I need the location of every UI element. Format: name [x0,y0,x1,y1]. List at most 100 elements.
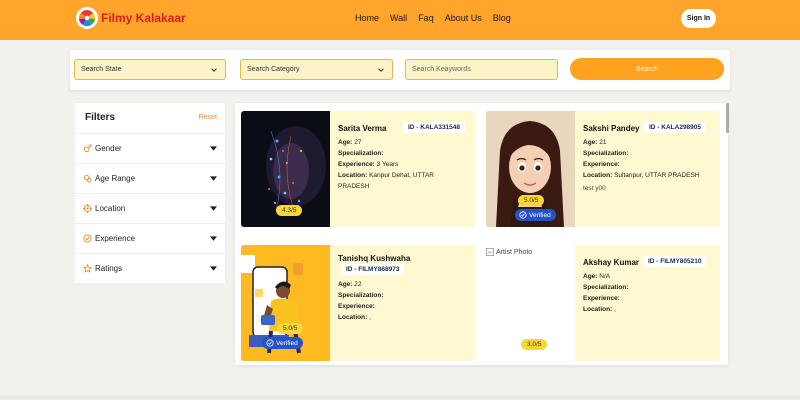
artist-id-badge: ID - FILMY868973 [341,264,405,275]
artist-location: Location: Sultanpur, UTTAR PRADESH [583,170,700,181]
keywords-input[interactable]: Search Keaywords [405,59,558,80]
artist-age: Age: 22 [338,279,362,290]
results-panel: 4.3/5 Sarita Verma ID - KALA331548 Age: … [235,103,728,365]
verified-badge: Verified [515,209,556,221]
search-bar: Search State Search Category Search Keay… [70,50,730,90]
experience-label: Experience: [583,295,620,302]
rating-badge: 3.0/5 [521,339,548,350]
chevron-down-icon [211,68,217,72]
logo-icon [78,10,96,27]
artist-photo[interactable]: 5.0/5 Verified [486,111,575,227]
artist-photo[interactable]: 5.0/5 Verified [241,245,330,361]
age-label: Age: [583,273,598,280]
location-label: Location: [338,314,368,321]
location-value: , [369,314,371,321]
filter-gender-label: Gender [95,144,122,153]
artist-experience: Experience: [338,301,375,312]
experience-icon [83,234,92,243]
reset-link[interactable]: Reset [199,114,217,121]
age-value: N/A [599,273,611,280]
location-value: Kanpur Dehat, UTTAR [369,172,434,179]
artist-experience: Experience: [583,159,620,170]
nav-blog[interactable]: Blog [493,13,511,23]
artist-location: Location: , [338,312,371,323]
search-button[interactable]: Search [570,58,724,80]
age-range-icon [83,174,92,183]
filter-location-label: Location [95,204,126,213]
artist-card[interactable]: 5.0/5 Verified Tanishq Kushwaha ID - FIL… [241,245,475,361]
category-select[interactable]: Search Category [240,59,393,80]
nav-home[interactable]: Home [355,13,379,23]
caret-down-icon [210,206,217,211]
state-select-label: Search State [81,66,122,73]
broken-image-icon [486,248,494,256]
artist-photo[interactable]: 4.3/5 [241,111,330,227]
specialization-label: Specialization: [583,284,629,291]
artist-age: Age: N/A [583,271,610,282]
artist-name[interactable]: Akshay Kumar [583,258,639,267]
nav-faq[interactable]: Faq [418,13,434,23]
filter-gender[interactable]: Gender [75,133,225,163]
artist-age: Age: 27 [338,137,362,148]
filter-age-range-label: Age Range [95,174,136,183]
age-label: Age: [338,139,353,146]
category-select-label: Search Category [247,66,300,73]
location-value: , [614,306,616,313]
artist-card[interactable]: 5.0/5 Verified Sakshi Pandey ID - KALA29… [486,111,720,227]
artist-age: Age: 21 [583,137,607,148]
filters-title: Filters [85,112,116,123]
page-bottom-edge [0,395,800,400]
specialization-label: Specialization: [338,150,384,157]
artist-specialization: Specialization: [338,290,384,301]
verified-label: Verified [276,339,298,347]
artist-name[interactable]: Tanishq Kushwaha [338,254,410,263]
age-label: Age: [338,281,353,288]
age-value: 27 [354,139,362,146]
experience-label: Experience: [583,161,620,168]
artist-specialization: Specialization: [583,282,629,293]
state-select[interactable]: Search State [74,59,226,80]
filter-location[interactable]: Location [75,193,225,223]
artist-location: Location: , [583,304,616,315]
rating-badge: 4.3/5 [276,205,303,216]
filter-experience-label: Experience [95,234,136,243]
location-label: Location: [583,306,613,313]
check-circle-icon [519,211,527,219]
nav-about-us[interactable]: About Us [445,13,482,23]
filter-ratings[interactable]: Ratings [75,253,225,283]
brand-logo[interactable] [76,7,98,29]
brand-name[interactable]: Filmy Kalakaar [101,11,186,25]
artist-specialization: Specialization: [338,148,384,159]
artist-experience: Experience: [583,293,620,304]
nav-wall[interactable]: Wall [390,13,407,23]
results-scrollbar[interactable] [726,103,729,133]
specialization-label: Specialization: [583,150,629,157]
artist-location: Location: Kanpur Dehat, UTTAR PRADESH [338,170,434,192]
verified-label: Verified [529,211,551,219]
check-circle-icon [266,339,274,347]
caret-down-icon [210,236,217,241]
age-label: Age: [583,139,598,146]
location-value: Sultanpur, UTTAR PRADESH [614,172,700,179]
artist-photo-alt-text: Artist Photo [496,248,533,256]
rating-badge: 5.0/5 [277,323,304,334]
filter-age-range[interactable]: Age Range [75,163,225,193]
filter-experience[interactable]: Experience [75,223,225,253]
specialization-label: Specialization: [338,292,384,299]
location-label: Location: [583,172,613,179]
caret-down-icon [210,266,217,271]
artist-experience: Experience: 3 Years [338,159,398,170]
main-nav: Home Wall Faq About Us Blog [355,13,522,23]
artist-card[interactable]: Artist Photo 3.0/5 Akshay Kumar ID - FIL… [486,245,720,361]
sign-in-button[interactable]: Sign In [681,9,716,28]
chevron-down-icon [378,68,384,72]
top-header: Filmy Kalakaar Home Wall Faq About Us Bl… [0,0,800,40]
age-value: 22 [354,281,362,288]
location-label: Location: [338,172,368,179]
artist-photo[interactable]: Artist Photo 3.0/5 [486,245,575,361]
artist-name[interactable]: Sarita Verma [338,124,386,133]
artist-card[interactable]: 4.3/5 Sarita Verma ID - KALA331548 Age: … [241,111,475,227]
keywords-placeholder: Search Keaywords [412,66,471,73]
artist-id-badge: ID - KALA331548 [403,122,466,133]
artist-name[interactable]: Sakshi Pandey [583,124,639,133]
